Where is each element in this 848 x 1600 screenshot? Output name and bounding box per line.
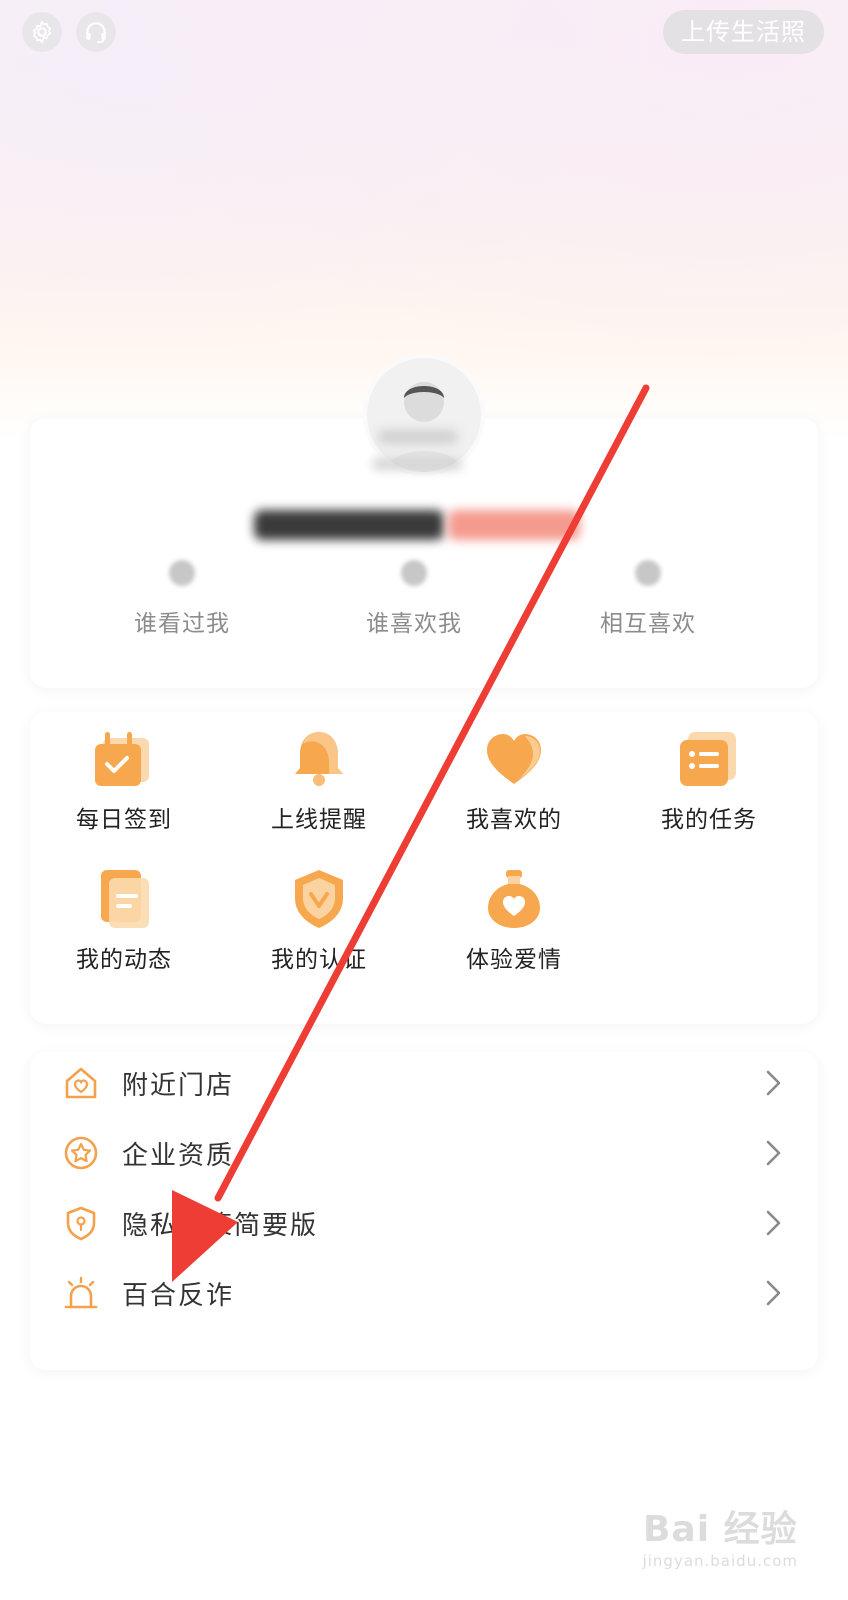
store-heart-icon [65, 1067, 97, 1099]
menu-item-nearby-stores[interactable]: 附近门店 [30, 1048, 818, 1118]
feature-experience-love[interactable]: 体验爱情 [416, 866, 612, 974]
upload-photo-button[interactable]: 上传生活照 [663, 10, 824, 54]
blurred-member-tag [448, 510, 580, 540]
feature-label: 我的任务 [661, 807, 757, 833]
feature-my-moments[interactable]: 我的动态 [26, 866, 222, 974]
feature-label: 我的动态 [76, 947, 172, 973]
watermark-url: jingyan.baidu.com [642, 1552, 798, 1570]
feature-daily-checkin[interactable]: 每日签到 [26, 726, 222, 834]
heart-icon [487, 734, 541, 784]
watermark-logo: Bai 经验 [642, 1509, 798, 1550]
headset-icon [86, 22, 106, 44]
feature-label: 我的认证 [271, 947, 367, 973]
blurred-nickname [254, 510, 444, 540]
stat-count [401, 560, 427, 586]
stat-label: 谁看过我 [134, 611, 230, 637]
customer-service-button[interactable] [76, 12, 116, 52]
menu-item-label: 百合反诈 [122, 1280, 235, 1311]
feature-label: 我喜欢的 [466, 807, 562, 833]
default-avatar-icon [385, 382, 463, 472]
stat-who-viewed-me[interactable]: 谁看过我 [72, 560, 292, 638]
menu-item-label: 隐私政策简要版 [122, 1210, 319, 1241]
chevron-right-icon [766, 1280, 781, 1306]
stat-label: 相互喜欢 [600, 611, 696, 637]
bell-icon [295, 732, 343, 786]
feature-my-likes[interactable]: 我喜欢的 [416, 726, 612, 834]
blurred-badge-text [378, 430, 458, 444]
feature-my-tasks[interactable]: 我的任务 [611, 726, 807, 834]
shield-badge-icon [295, 870, 343, 928]
love-bottle-icon [488, 870, 540, 928]
star-circle-icon [64, 1136, 98, 1170]
feature-my-verification[interactable]: 我的认证 [221, 866, 417, 974]
feature-label: 体验爱情 [466, 947, 562, 973]
menu-item-company-qualification[interactable]: 企业资质 [30, 1118, 818, 1188]
menu-item-label: 附近门店 [122, 1070, 235, 1101]
stat-count [635, 560, 661, 586]
chevron-right-icon [766, 1070, 781, 1096]
stat-count [169, 560, 195, 586]
stat-label: 谁喜欢我 [366, 611, 462, 637]
feature-label: 每日签到 [76, 807, 172, 833]
stat-mutual-likes[interactable]: 相互喜欢 [538, 560, 758, 638]
task-list-icon [680, 732, 736, 786]
feature-label: 上线提醒 [271, 807, 367, 833]
document-icon [101, 870, 149, 928]
chevron-right-icon [766, 1210, 781, 1236]
stat-who-likes-me[interactable]: 谁喜欢我 [304, 560, 524, 638]
avatar[interactable] [367, 358, 481, 472]
calendar-check-icon [95, 732, 149, 786]
alarm-icon [64, 1276, 98, 1309]
gear-icon [33, 20, 51, 44]
privacy-shield-icon [66, 1206, 96, 1241]
chevron-right-icon [766, 1140, 781, 1166]
feature-online-reminder[interactable]: 上线提醒 [221, 726, 417, 834]
watermark: Bai 经验 jingyan.baidu.com [643, 1500, 798, 1570]
menu-item-label: 企业资质 [122, 1140, 235, 1171]
menu-item-privacy-policy[interactable]: 隐私政策简要版 [30, 1188, 818, 1258]
menu-item-anti-fraud[interactable]: 百合反诈 [30, 1258, 818, 1328]
blurred-badge-subtext [372, 458, 462, 470]
settings-button[interactable] [22, 12, 62, 52]
